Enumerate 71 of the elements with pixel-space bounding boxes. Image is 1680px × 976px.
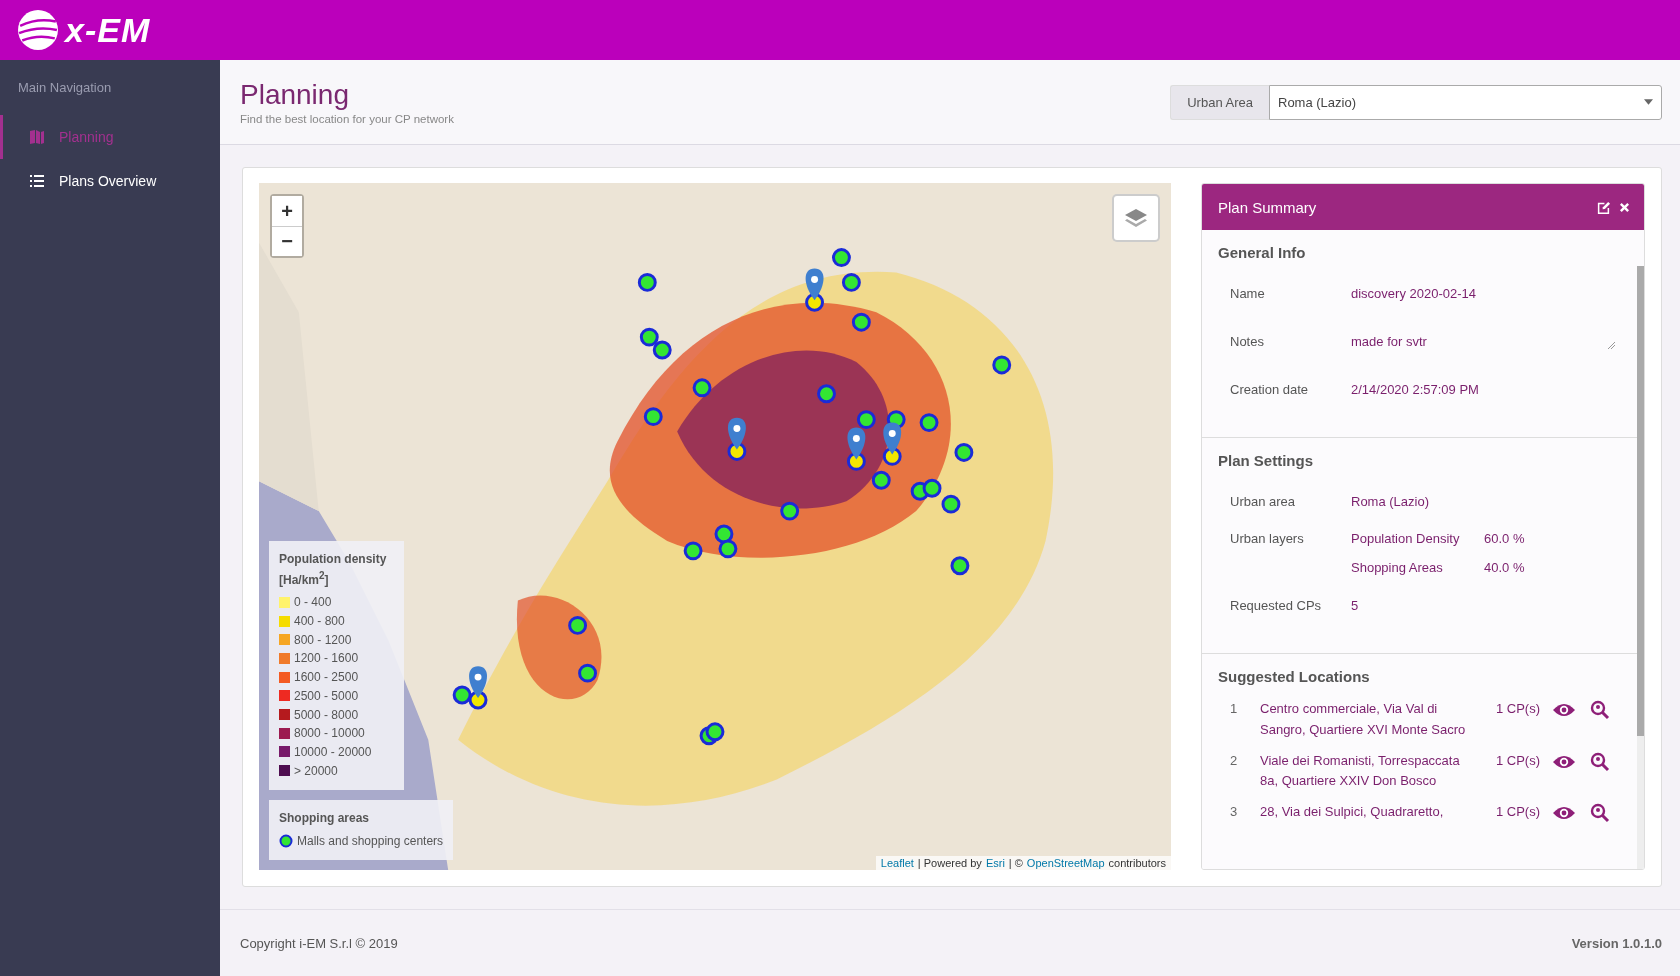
section-heading: Suggested Locations xyxy=(1218,668,1371,685)
logo-globe-icon xyxy=(17,9,59,51)
legend-label: Malls and shopping centers xyxy=(297,833,444,848)
resize-grip-icon[interactable] xyxy=(1607,340,1615,349)
legend-label: 800 - 1200 xyxy=(294,632,352,647)
zoom-location-icon[interactable] xyxy=(1588,751,1612,772)
version-text: Version 1.0.1.0 xyxy=(1571,935,1662,951)
legend-label: 2500 - 5000 xyxy=(294,688,359,703)
attribution-link[interactable]: OpenStreetMap xyxy=(1026,857,1105,869)
field-label: Requested CPs xyxy=(1230,597,1323,613)
zoom-in-button[interactable]: + xyxy=(272,196,302,226)
layer-name: Shopping Areas xyxy=(1351,560,1444,575)
legend-label: 1600 - 2500 xyxy=(294,670,359,685)
field-label: Notes xyxy=(1230,333,1265,349)
layer-name: Population Density xyxy=(1351,531,1461,546)
legend-label: 10000 - 20000 xyxy=(294,744,372,759)
map-icon xyxy=(29,129,45,145)
field-value: 2/14/2020 2:57:09 PM xyxy=(1351,381,1479,397)
edit-icon[interactable] xyxy=(1596,199,1611,215)
location-address: Viale dei Romanisti, Torrespaccata 8a, Quartiere XXIV Don Bosco xyxy=(1260,751,1461,791)
layers-button[interactable] xyxy=(1112,194,1160,242)
location-address: 28, Via dei Sulpici, Quadraretto, xyxy=(1260,803,1445,822)
nav-item[interactable]: Plans Overview xyxy=(0,159,220,203)
attribution-text: contributors xyxy=(1108,857,1166,869)
panel-title: Plan Summary xyxy=(1218,198,1317,216)
attribution-link[interactable]: Esri xyxy=(985,857,1005,869)
zoom-location-icon[interactable] xyxy=(1588,700,1612,720)
field-label: Creation date xyxy=(1230,381,1310,397)
layer-share: 60.0 % xyxy=(1484,531,1525,546)
notes-field[interactable]: made for svtr xyxy=(1351,333,1621,349)
legend-label: 8000 - 10000 xyxy=(294,726,365,741)
page-title: Planning xyxy=(240,79,350,111)
field-label: Urban layers xyxy=(1230,531,1305,546)
location-count: 1 CP(s) xyxy=(1494,803,1540,822)
nav-heading: Main Navigation xyxy=(17,79,113,97)
location-index: 1 xyxy=(1230,700,1239,718)
logo-text: x-EM xyxy=(65,10,151,50)
field-label: Urban area xyxy=(1230,493,1297,509)
attribution-link[interactable]: Leaflet xyxy=(880,857,914,869)
location-count: 1 CP(s) xyxy=(1494,700,1540,718)
location-index: 3 xyxy=(1230,803,1239,822)
legend-label: 400 - 800 xyxy=(294,614,345,629)
legend-label: 5000 - 8000 xyxy=(294,707,359,722)
field-label: Name xyxy=(1230,285,1266,301)
close-icon[interactable] xyxy=(1619,201,1630,213)
page-subtitle: Find the best location for your CP network xyxy=(240,113,454,125)
legend-label: 1200 - 1600 xyxy=(294,651,359,666)
location-address: Centro commerciale, Via Val di Sangro, Quartiere XVI Monte Sacro xyxy=(1260,700,1467,739)
location-index: 2 xyxy=(1230,751,1239,770)
urban-area-label: Urban Area xyxy=(1170,84,1269,120)
section-heading: General Info xyxy=(1218,244,1307,261)
attribution-text: | Powered by xyxy=(917,857,982,869)
field-value: discovery 2020-02-14 xyxy=(1351,285,1477,301)
scrollbar[interactable] xyxy=(1637,266,1644,869)
caret-icon xyxy=(1644,99,1653,105)
legend-title: Shopping areas xyxy=(279,809,371,827)
marker-icon xyxy=(279,833,293,848)
attribution-text: | © xyxy=(1008,857,1023,869)
section-heading: Plan Settings xyxy=(1218,452,1315,469)
urban-area-select[interactable]: Roma (Lazio) xyxy=(1269,84,1662,120)
legend-label: > 20000 xyxy=(294,763,338,778)
field-value: 5 xyxy=(1351,597,1359,613)
list-icon xyxy=(29,173,45,189)
legend-label: 0 - 400 xyxy=(294,595,332,610)
legend-title: Population density [Ha/km$^{2}$] xyxy=(279,551,388,589)
layer-share: 40.0 % xyxy=(1484,560,1525,575)
field-value: Roma (Lazio) xyxy=(1351,493,1430,509)
zoom-location-icon[interactable] xyxy=(1588,803,1612,824)
zoom-out-button[interactable]: − xyxy=(272,226,302,256)
copyright-text: Copyright i-EM S.r.l © 2019 xyxy=(240,935,398,951)
location-count: 1 CP(s) xyxy=(1494,751,1540,770)
